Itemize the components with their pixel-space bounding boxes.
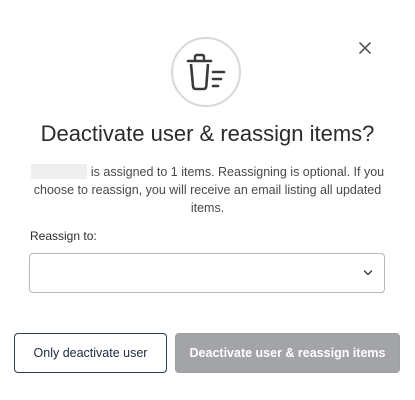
deactivate-user-dialog: Deactivate user & reassign items? is ass… (0, 0, 415, 400)
reassign-label: Reassign to: (30, 229, 97, 243)
dialog-message: is assigned to 1 items. Reassigning is o… (24, 163, 391, 217)
reassign-select[interactable] (29, 253, 385, 293)
close-icon[interactable] (355, 38, 375, 58)
redacted-user-name (30, 164, 87, 179)
trash-icon-badge (171, 37, 241, 107)
trash-icon (186, 53, 226, 91)
chevron-down-icon (363, 270, 373, 276)
deactivate-and-reassign-button[interactable]: Deactivate user & reassign items (175, 333, 400, 373)
only-deactivate-button[interactable]: Only deactivate user (14, 333, 167, 373)
dialog-title: Deactivate user & reassign items? (40, 121, 375, 146)
